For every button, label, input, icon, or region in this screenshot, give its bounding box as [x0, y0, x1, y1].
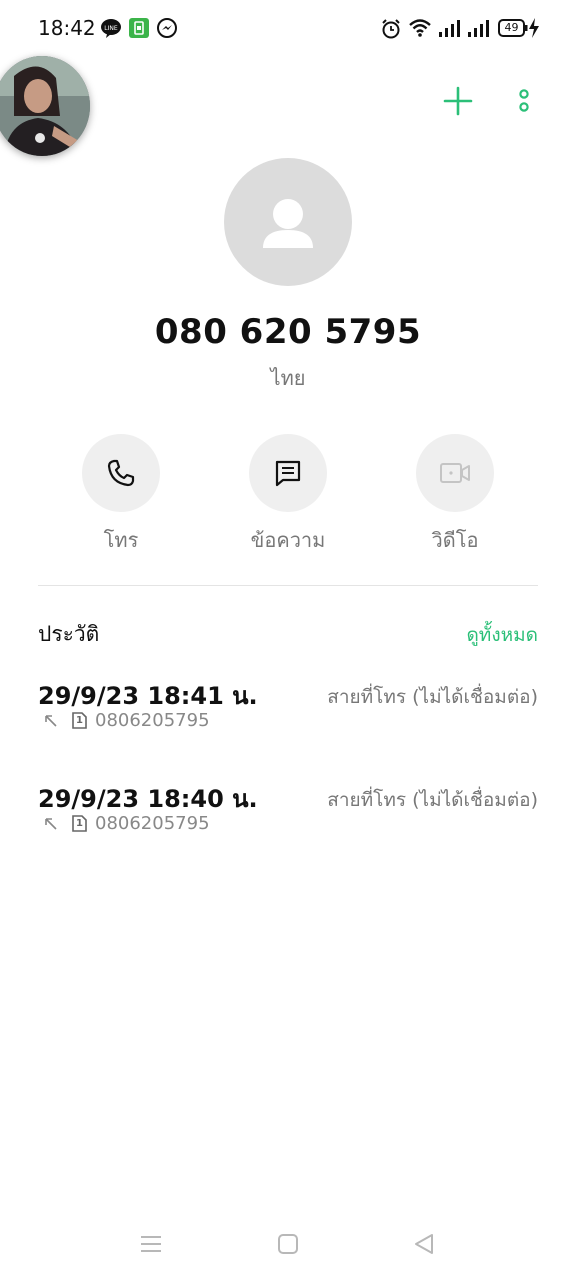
add-contact-button[interactable] — [443, 86, 473, 116]
sim-number: 1 — [76, 818, 83, 829]
message-icon — [275, 460, 301, 487]
sim-card-icon: 1 — [72, 712, 87, 729]
battery-icon: 49 — [498, 19, 528, 37]
more-options-button[interactable] — [512, 86, 536, 116]
signal-icon — [438, 18, 462, 42]
phone-icon — [107, 459, 135, 487]
outgoing-call-icon — [45, 714, 57, 727]
call-status: สายที่โทร (ไม่ได้เชื่อมต่อ) — [327, 789, 538, 811]
home-square-icon — [278, 1234, 298, 1254]
video-label: วิดีโอ — [431, 528, 479, 552]
signal-icon — [467, 18, 491, 42]
call-label: โทร — [103, 528, 139, 552]
line-icon: LINE — [100, 18, 122, 42]
contact-avatar — [224, 158, 352, 286]
svg-text:LINE: LINE — [104, 25, 118, 32]
person-icon — [263, 199, 313, 248]
wifi-icon — [408, 18, 432, 42]
video-icon — [440, 463, 470, 483]
message-button[interactable]: ข้อความ — [204, 434, 372, 554]
alarm-icon — [380, 18, 402, 44]
divider — [38, 585, 538, 586]
more-vertical-icon — [519, 89, 529, 112]
contact-phone-number: 080 620 5795 — [154, 312, 422, 352]
call-log-row[interactable]: 29/9/23 18:41 น. 1 0806205795 สายที่โทร … — [38, 676, 538, 756]
sim-app-icon — [128, 17, 150, 43]
menu-icon — [141, 1236, 161, 1252]
call-number: 0806205795 — [95, 813, 210, 834]
outgoing-call-icon — [45, 817, 57, 830]
video-call-button[interactable]: วิดีโอ — [371, 434, 539, 554]
status-time: 18:42 — [38, 16, 96, 40]
home-nav-button[interactable] — [276, 1232, 300, 1260]
call-button[interactable]: โทร — [37, 434, 205, 554]
call-log-row[interactable]: 29/9/23 18:40 น. 1 0806205795 สายที่โทร … — [38, 779, 538, 859]
call-details: 1 0806205795 — [44, 710, 210, 731]
navigation-bar — [0, 1210, 576, 1280]
view-all-link[interactable]: ดูทั้งหมด — [466, 620, 538, 650]
call-status: สายที่โทร (ไม่ได้เชื่อมต่อ) — [327, 686, 538, 708]
floating-profile-photo[interactable] — [0, 56, 90, 156]
battery-level: 49 — [504, 21, 519, 34]
call-number: 0806205795 — [95, 710, 210, 731]
plus-icon — [443, 86, 473, 116]
contact-location: ไทย — [270, 366, 306, 390]
sim-card-icon: 1 — [72, 815, 87, 832]
menu-nav-button[interactable] — [139, 1232, 163, 1260]
status-bar: 18:42 LINE 49 — [0, 0, 576, 58]
messenger-icon — [156, 17, 178, 43]
call-details: 1 0806205795 — [44, 813, 210, 834]
back-triangle-icon — [415, 1234, 433, 1254]
message-label: ข้อความ — [250, 528, 326, 552]
charging-icon — [528, 18, 540, 42]
back-nav-button[interactable] — [412, 1232, 436, 1260]
sim-number: 1 — [76, 715, 83, 726]
history-title: ประวัติ — [38, 622, 100, 646]
